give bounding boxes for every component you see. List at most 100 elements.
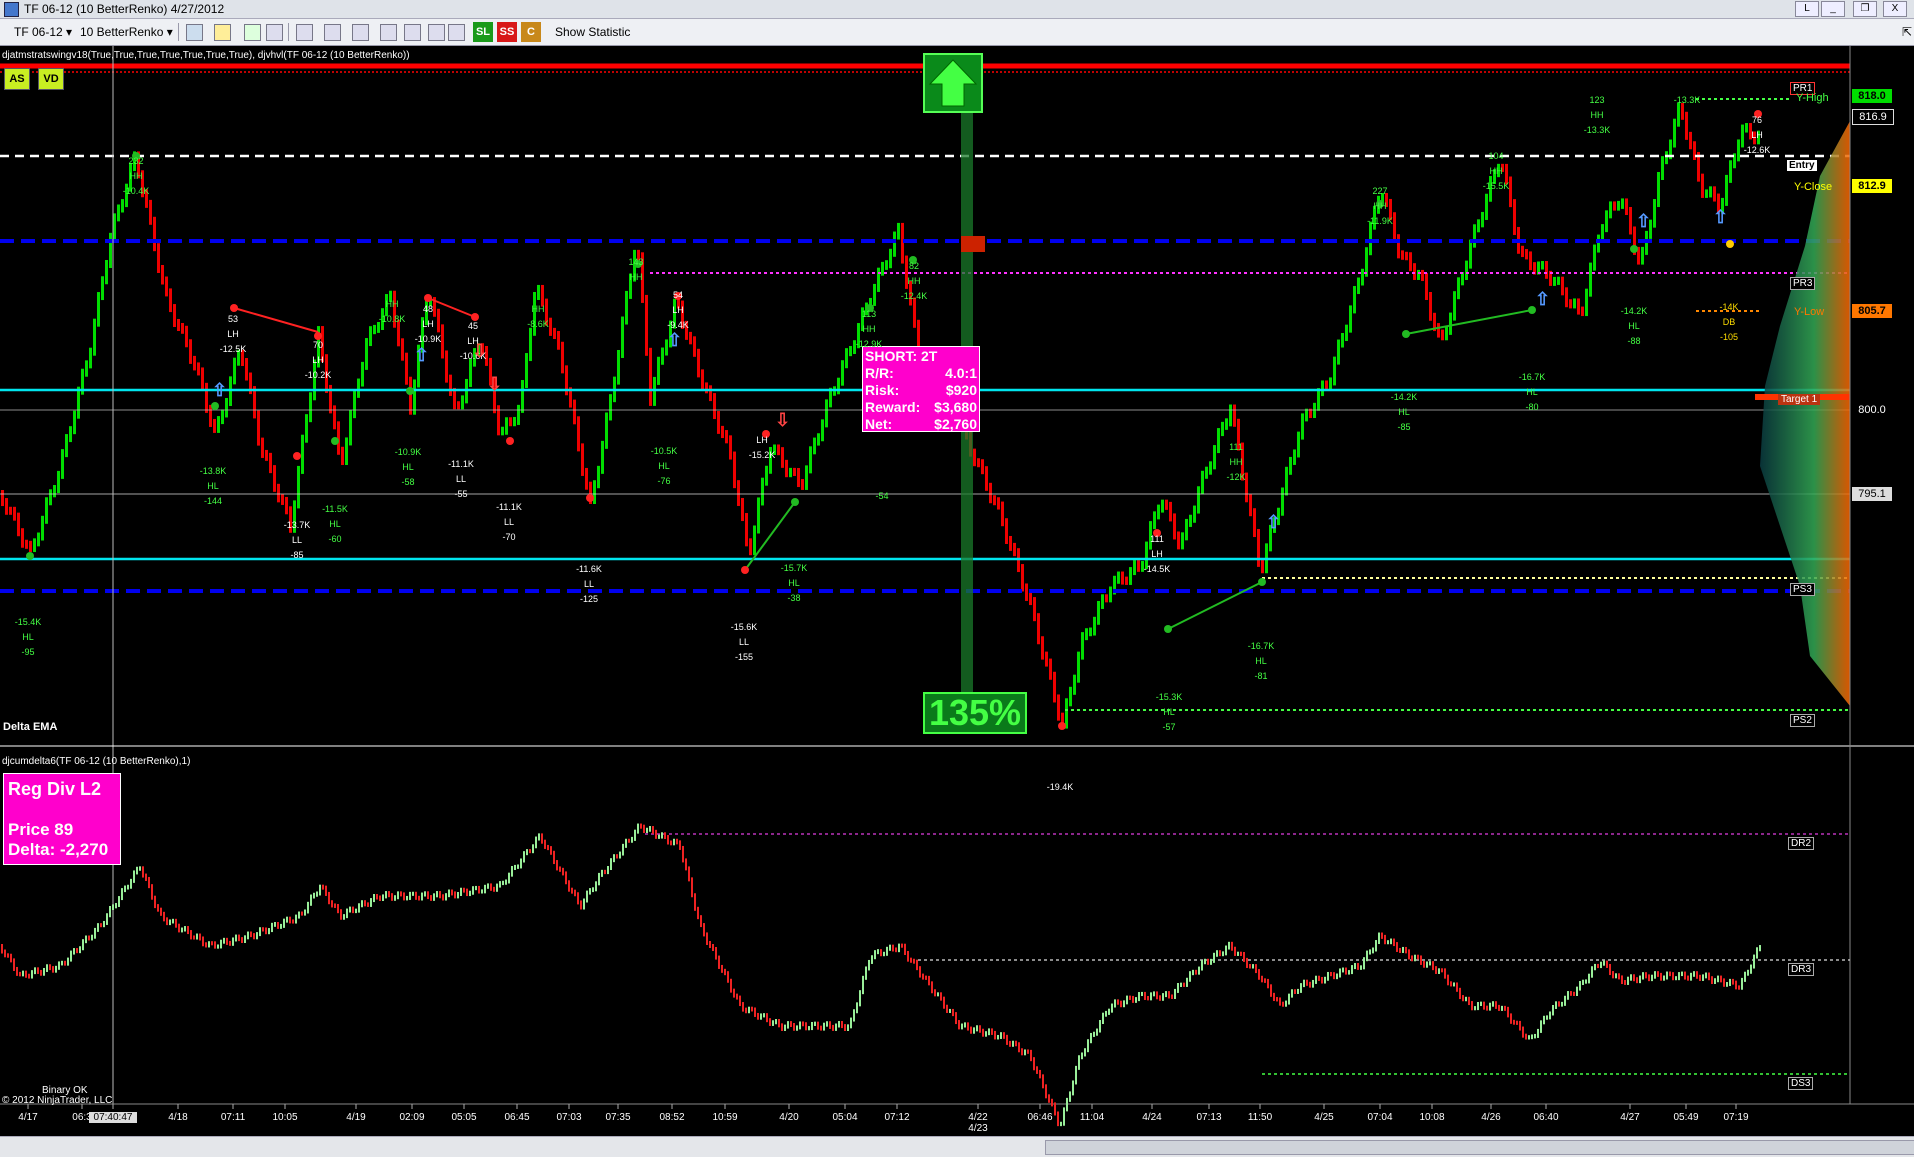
renko-bar — [1349, 305, 1352, 333]
renko-bar — [717, 411, 720, 434]
eraser-icon[interactable] — [266, 24, 283, 41]
delta-bar — [427, 891, 429, 900]
swing-label: -60 — [328, 534, 342, 544]
delta-bar — [1309, 981, 1311, 988]
delta-bar — [493, 886, 495, 892]
delta-bar — [520, 858, 522, 869]
delta-bar — [4, 949, 6, 958]
delta-bar — [217, 944, 219, 949]
crosshair-icon[interactable] — [296, 24, 313, 41]
scrollbar-thumb[interactable] — [1045, 1140, 1914, 1155]
renko-bar — [1525, 249, 1528, 260]
bar-style-icon[interactable] — [186, 24, 203, 41]
delta-bar — [1411, 955, 1413, 962]
delta-bar — [337, 903, 339, 914]
delta-bar — [565, 871, 567, 885]
delta-bar — [634, 829, 636, 841]
delta-bar — [304, 909, 306, 916]
renko-bar — [901, 222, 904, 264]
delta-bar — [1501, 1005, 1503, 1011]
c-button[interactable]: C — [521, 22, 541, 42]
bartype-selector[interactable]: 10 BetterRenko ▾ — [80, 23, 173, 41]
delta-bar — [889, 944, 891, 951]
swing-label: -54 — [875, 491, 889, 501]
renko-bar — [257, 410, 260, 446]
swing-label: -13.3K — [1583, 125, 1611, 135]
swing-label: -14.2K — [1620, 306, 1648, 316]
delta-bar — [1102, 1012, 1104, 1025]
delta-bar — [784, 1024, 786, 1031]
renko-bar — [1609, 201, 1612, 219]
time-label: 05:05 — [451, 1112, 477, 1123]
delta-bar — [1405, 946, 1407, 954]
time-label: 07:35 — [605, 1112, 631, 1123]
delta-bar — [781, 1023, 783, 1031]
properties-icon[interactable] — [352, 24, 369, 41]
delta-bar — [841, 1021, 843, 1029]
sl-button[interactable]: SL — [473, 22, 493, 42]
delta-bar — [793, 1022, 795, 1031]
delta-bar — [1306, 979, 1308, 986]
swing-label: 227 — [1372, 186, 1388, 196]
delta-bar — [1693, 971, 1695, 977]
minimize-button[interactable]: _ — [1821, 1, 1845, 17]
delta-bar — [244, 935, 246, 943]
zoom-icon[interactable] — [324, 24, 341, 41]
renko-bar — [1357, 277, 1360, 295]
drawing-tools-icon[interactable] — [214, 24, 231, 41]
delta-bar — [712, 943, 714, 952]
delta-bar — [1270, 984, 1272, 997]
delta-bar — [1369, 949, 1371, 955]
time-label: 07:11 — [220, 1112, 246, 1123]
toolbar-overflow-icon[interactable]: ⇱ — [1902, 23, 1912, 41]
delta-bar — [136, 866, 138, 875]
as-badge[interactable]: AS — [4, 68, 30, 90]
renko-bar — [785, 459, 788, 478]
renko-bar — [1429, 291, 1432, 321]
indicators-icon[interactable] — [404, 24, 421, 41]
strategies-icon[interactable] — [380, 24, 397, 41]
buy-arrow-icon: ⇧ — [667, 330, 683, 350]
delta-bar — [310, 894, 312, 906]
renko-bar — [1481, 211, 1484, 228]
renko-bar — [505, 417, 508, 435]
pencil-icon[interactable] — [244, 24, 261, 41]
chart-area[interactable] — [0, 46, 1914, 1135]
renko-bar — [609, 394, 612, 421]
renko-bar — [1573, 298, 1576, 309]
link-button[interactable]: L — [1795, 1, 1819, 17]
delta-bar — [1180, 982, 1182, 988]
renko-bar — [1193, 505, 1196, 523]
renko-bar — [233, 357, 236, 385]
renko-bar — [1249, 494, 1252, 517]
renko-bar — [725, 430, 728, 444]
delta-bar — [673, 838, 675, 846]
ss-button[interactable]: SS — [497, 22, 517, 42]
renko-bar — [45, 497, 48, 524]
close-button[interactable]: X — [1883, 1, 1907, 17]
delta-bar — [85, 935, 87, 944]
renko-bar — [701, 369, 704, 391]
vd-badge[interactable]: VD — [38, 68, 64, 90]
delta-bar — [1066, 1097, 1068, 1112]
delta-bar — [445, 893, 447, 901]
delta-bar — [979, 1025, 981, 1033]
show-statistic-button[interactable]: Show Statistic — [555, 23, 630, 41]
renko-bar — [897, 222, 900, 240]
delta-bar — [700, 915, 702, 928]
maximize-button[interactable]: ❐ — [1853, 1, 1877, 17]
renko-bar — [973, 448, 976, 467]
time-label: 11:04 — [1079, 1112, 1105, 1123]
instrument-selector[interactable]: TF 06-12 ▾ — [14, 23, 72, 41]
delta-bar — [526, 849, 528, 856]
delta-bar — [1108, 1008, 1110, 1015]
renko-bar — [409, 376, 412, 415]
data-box-icon[interactable] — [428, 24, 445, 41]
chart-trader-icon[interactable] — [448, 24, 465, 41]
horizontal-scrollbar[interactable] — [0, 1136, 1914, 1157]
renko-bar — [1257, 529, 1260, 567]
delta-bar — [1276, 997, 1278, 1002]
delta-bar — [1285, 1000, 1287, 1007]
renko-bar — [1161, 499, 1164, 513]
renko-bar — [1221, 421, 1224, 437]
